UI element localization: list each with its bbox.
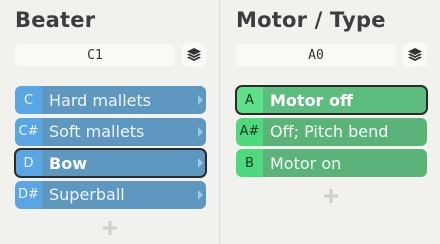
note-key: B (236, 149, 263, 177)
plus-icon (103, 221, 117, 235)
beater-item-soft-mallets[interactable]: C# Soft mallets (15, 117, 206, 146)
note-key: D (15, 149, 42, 177)
chevron-right-icon[interactable] (194, 117, 206, 146)
note-key: C# (15, 117, 42, 146)
layers-icon (187, 48, 201, 61)
motor-list: A Motor off A# Off; Pitch bend B Motor o… (235, 85, 428, 181)
note-key: A (236, 86, 263, 114)
beater-item-hard-mallets[interactable]: C Hard mallets (15, 86, 206, 114)
item-label: Motor on (263, 149, 427, 177)
note-key: C (15, 86, 42, 114)
beater-select[interactable]: C1 (15, 44, 175, 66)
note-key: A# (236, 117, 263, 146)
motor-add-button[interactable] (321, 186, 341, 206)
motor-item-off-pitch-bend[interactable]: A# Off; Pitch bend (236, 117, 427, 146)
column-divider (219, 0, 220, 244)
beater-item-superball[interactable]: D# Superball (15, 180, 206, 209)
note-key: D# (15, 180, 42, 209)
beater-add-button[interactable] (100, 218, 120, 238)
item-label: Soft mallets (42, 117, 194, 146)
item-label: Bow (42, 149, 194, 177)
item-label: Motor off (263, 86, 427, 114)
item-label: Off; Pitch bend (263, 117, 427, 146)
chevron-right-icon[interactable] (194, 86, 206, 114)
item-label: Superball (42, 180, 194, 209)
motor-select[interactable]: A0 (236, 44, 396, 66)
ui-root: Beater C1 C Hard mallets C# Soft mallets (0, 0, 440, 244)
beater-item-bow[interactable]: D Bow (14, 148, 207, 178)
beater-title: Beater (15, 8, 96, 32)
motor-title: Motor / Type (236, 8, 386, 32)
chevron-right-icon[interactable] (194, 149, 206, 177)
motor-item-motor-on[interactable]: B Motor on (236, 149, 427, 177)
motor-panel: Motor / Type A0 A Motor off A# Off; Pitc… (221, 0, 440, 244)
chevron-right-icon[interactable] (194, 180, 206, 209)
beater-list: C Hard mallets C# Soft mallets D Bow D# … (14, 86, 207, 212)
beater-panel: Beater C1 C Hard mallets C# Soft mallets (0, 0, 219, 244)
beater-layers-button[interactable] (182, 43, 206, 67)
motor-layers-button[interactable] (403, 43, 427, 67)
layers-icon (408, 48, 422, 61)
plus-icon (324, 189, 338, 203)
motor-item-motor-off[interactable]: A Motor off (235, 85, 428, 115)
item-label: Hard mallets (42, 86, 194, 114)
